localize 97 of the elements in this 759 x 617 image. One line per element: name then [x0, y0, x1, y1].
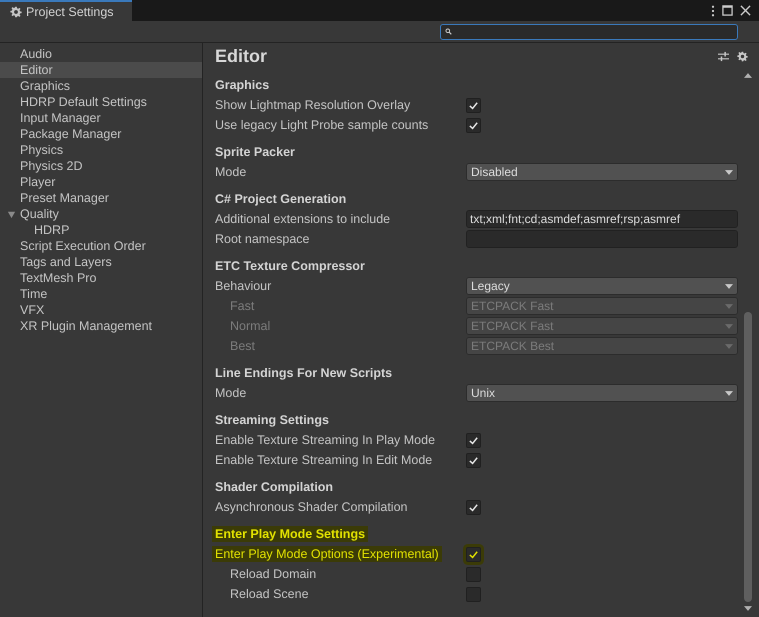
sidebar-item-label: HDRP — [34, 223, 70, 237]
checkbox[interactable] — [466, 566, 481, 582]
sidebar-item[interactable]: VFX — [0, 302, 202, 318]
sidebar-item-label: Player — [20, 175, 56, 189]
gear-icon — [10, 6, 22, 18]
check-icon — [468, 502, 479, 512]
sidebar-item-label: Tags and Layers — [20, 255, 112, 269]
sidebar-item-label: Physics 2D — [20, 159, 83, 173]
caret-icon — [725, 170, 733, 174]
sidebar-item-label: Graphics — [20, 79, 70, 93]
setting-label: Enable Texture Streaming In Edit Mode — [215, 453, 432, 467]
check-icon — [468, 434, 479, 446]
checkbox[interactable] — [466, 452, 481, 468]
sidebar-item[interactable]: Input Manager — [0, 110, 202, 126]
settings-icon[interactable] — [737, 50, 748, 62]
more-options-icon[interactable] — [711, 4, 715, 16]
maximize-icon[interactable] — [722, 5, 733, 16]
expand-arrow-icon[interactable] — [7, 210, 16, 219]
setting-label: Normal — [230, 319, 270, 333]
sidebar-item-label: Time — [20, 287, 48, 301]
setting-label: Use legacy Light Probe sample counts — [215, 118, 428, 132]
sidebar-item[interactable]: HDRP — [0, 222, 202, 238]
text-field[interactable]: txt;xml;fnt;cd;asmdef;asmref;rsp;asmref — [466, 210, 738, 228]
section-heading: C# Project Generation — [215, 192, 346, 206]
window-title: Project Settings — [26, 4, 114, 18]
setting-label: Mode — [215, 165, 246, 179]
checkbox[interactable] — [466, 118, 481, 132]
sidebar-item[interactable]: Preset Manager — [0, 190, 202, 206]
sidebar-item[interactable]: Graphics — [0, 78, 202, 94]
sidebar-item-label: Script Execution Order — [20, 239, 146, 253]
setting-label: Fast — [230, 299, 254, 313]
close-icon[interactable] — [740, 5, 751, 16]
setting-label: Reload Scene — [230, 587, 309, 601]
check-icon — [468, 100, 479, 110]
checkbox[interactable] — [466, 500, 481, 514]
setting-label: Enable Texture Streaming In Play Mode — [215, 433, 436, 447]
sidebar-item-label: Quality — [20, 207, 59, 221]
sidebar-item[interactable]: XR Plugin Management — [0, 318, 202, 334]
panel-title: Editor — [215, 46, 267, 66]
dropdown[interactable]: Unix — [466, 384, 738, 402]
section-heading: Shader Compilation — [215, 480, 334, 494]
scroll-down-arrow-icon[interactable] — [744, 606, 752, 611]
section-heading: Graphics — [215, 78, 270, 92]
section-heading: Sprite Packer — [215, 145, 295, 159]
section-heading: Enter Play Mode Settings — [212, 526, 368, 542]
checkbox[interactable] — [466, 98, 481, 112]
section-heading: ETC Texture Compressor — [215, 259, 365, 273]
sidebar-item-label: Input Manager — [20, 111, 101, 125]
caret-icon — [725, 324, 733, 328]
setting-label: Mode — [215, 386, 246, 400]
sidebar-item[interactable]: Package Manager — [0, 126, 202, 142]
setting-label: Show Lightmap Resolution Overlay — [215, 98, 410, 112]
sidebar-item[interactable]: Quality — [0, 206, 202, 222]
setting-label: Enter Play Mode Options (Experimental) — [212, 546, 442, 562]
check-icon — [468, 120, 479, 130]
setting-label: Behaviour — [215, 279, 272, 293]
check-icon — [468, 548, 479, 560]
checkbox[interactable] — [466, 586, 481, 602]
sidebar-item[interactable]: TextMesh Pro — [0, 270, 202, 286]
sidebar-item[interactable]: Time — [0, 286, 202, 302]
sidebar-item-label: Editor — [20, 63, 53, 77]
section-heading: Line Endings For New Scripts — [215, 366, 392, 380]
dropdown[interactable]: Disabled — [466, 163, 738, 181]
sidebar-item[interactable]: Physics — [0, 142, 202, 158]
sidebar-item-label: XR Plugin Management — [20, 319, 152, 333]
search-field[interactable] — [440, 24, 738, 40]
sidebar-item[interactable]: Physics 2D — [0, 158, 202, 174]
scroll-up-arrow-icon[interactable] — [744, 73, 752, 78]
sidebar-item[interactable]: Editor — [0, 62, 202, 78]
setting-label: Asynchronous Shader Compilation — [215, 500, 408, 514]
sidebar-item[interactable]: HDRP Default Settings — [0, 94, 202, 110]
sidebar-item-label: TextMesh Pro — [20, 271, 96, 285]
check-icon — [468, 454, 479, 466]
setting-label: Additional extensions to include — [215, 212, 390, 226]
sidebar-item[interactable]: Script Execution Order — [0, 238, 202, 254]
sidebar-item[interactable]: Player — [0, 174, 202, 190]
window-tab[interactable]: Project Settings — [0, 0, 132, 21]
sidebar-item[interactable]: Tags and Layers — [0, 254, 202, 270]
sidebar-item-label: Audio — [20, 47, 52, 61]
setting-label: Best — [230, 339, 256, 353]
dropdown[interactable]: Legacy — [466, 277, 738, 295]
setting-label: Root namespace — [215, 232, 310, 246]
sidebar-item-label: HDRP Default Settings — [20, 95, 147, 109]
sliders-icon[interactable] — [718, 50, 729, 62]
caret-icon — [725, 284, 733, 288]
sidebar-item-label: Preset Manager — [20, 191, 109, 205]
checkbox[interactable] — [466, 432, 481, 448]
setting-label: Reload Domain — [230, 567, 316, 581]
search-icon — [445, 28, 452, 35]
sidebar-item-label: VFX — [20, 303, 44, 317]
caret-icon — [725, 304, 733, 308]
caret-icon — [725, 344, 733, 348]
section-heading: Streaming Settings — [215, 413, 329, 427]
sidebar-item-label: Package Manager — [20, 127, 122, 141]
sidebar-item-label: Physics — [20, 143, 64, 157]
sidebar-item[interactable]: Audio — [0, 46, 202, 62]
caret-icon — [725, 390, 733, 396]
